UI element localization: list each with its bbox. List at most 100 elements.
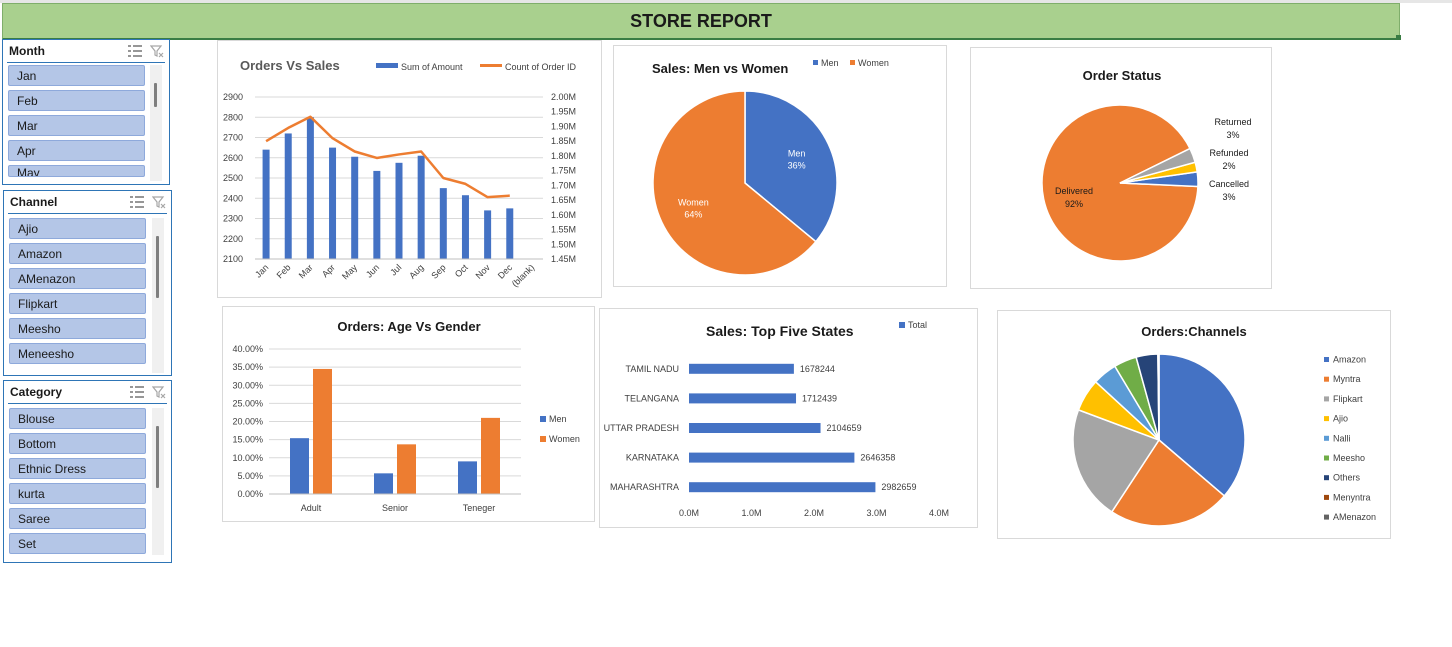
multi-select-icon[interactable] <box>129 194 145 210</box>
legend-label: Women <box>549 434 580 444</box>
y-tick-label: 10.00% <box>232 453 263 463</box>
sales-top-five-states-chart[interactable]: Sales: Top Five States Total 0.0M 1.0M 2.0M 3… <box>599 308 978 528</box>
bar-count-of-order-id <box>373 170 381 259</box>
legend-swatch-men <box>540 416 546 422</box>
slicer-item-blouse[interactable]: Blouse <box>9 408 146 429</box>
bar-men <box>290 438 309 494</box>
bar-tamil-nadu <box>689 363 794 374</box>
clear-filter-icon[interactable] <box>151 194 167 210</box>
orders-channels-chart[interactable]: Orders:Channels Amazon Myntra Flipkart Ajio N… <box>997 310 1391 539</box>
slicer-item-bottom[interactable]: Bottom <box>9 433 146 454</box>
sales-men-vs-women-chart[interactable]: Sales: Men vs Women Men Women Men 36% Women 64… <box>613 45 947 287</box>
bar-count-of-order-id <box>284 133 292 259</box>
multi-select-icon[interactable] <box>129 384 145 400</box>
slicer-item-feb[interactable]: Feb <box>8 90 145 111</box>
legend-swatch-myntra <box>1324 376 1329 382</box>
orders-age-vs-gender-svg: Orders: Age Vs Gender 0.00% 5.00% 10.00% 15.… <box>232 319 580 513</box>
bar-count-of-order-id <box>395 162 403 259</box>
slicer-item-amazon[interactable]: Amazon <box>9 243 146 264</box>
x-tick-label: 1.0M <box>741 508 761 518</box>
x-tick-label: Jan <box>253 262 270 279</box>
bar-count-of-order-id <box>506 208 514 259</box>
clear-filter-icon[interactable] <box>149 43 165 59</box>
slicer-scrollbar[interactable] <box>152 218 164 373</box>
y-right-tick-label: 1.55M <box>551 225 576 235</box>
slicer-item-jan[interactable]: Jan <box>8 65 145 86</box>
clear-filter-icon[interactable] <box>151 384 167 400</box>
y-tick-label: 5.00% <box>237 471 263 481</box>
data-label-value: 92% <box>1065 199 1083 209</box>
x-tick-label: Mar <box>297 262 315 280</box>
legend-label: Flipkart <box>1333 394 1363 404</box>
data-label: 2646358 <box>860 453 895 463</box>
data-label: 2982659 <box>881 482 916 492</box>
orders-vs-sales-chart[interactable]: Orders Vs Sales Sum of Amount Count of Ord… <box>217 40 602 298</box>
slicer-scrollbar[interactable] <box>150 65 162 181</box>
y-left-tick-label: 2100 <box>223 254 243 264</box>
legend-swatch-women <box>540 436 546 442</box>
orders-channels-svg: Orders:Channels Amazon Myntra Flipkart Ajio N… <box>1072 324 1376 527</box>
x-tick-label: 3.0M <box>866 508 886 518</box>
scrollbar-thumb[interactable] <box>156 426 159 488</box>
slicer-item-apr[interactable]: Apr <box>8 140 145 161</box>
y-left-tick-label: 2600 <box>223 153 243 163</box>
legend-label: Menyntra <box>1333 492 1371 502</box>
slicer-item-meneesho[interactable]: Meneesho <box>9 343 146 364</box>
bar-men <box>374 473 393 494</box>
legend-label: Men <box>549 414 567 424</box>
slicer-item-flipkart[interactable]: Flipkart <box>9 293 146 314</box>
legend-label: Amazon <box>1333 355 1366 365</box>
slicer-scrollbar[interactable] <box>152 408 164 555</box>
y-left-tick-label: 2400 <box>223 193 243 203</box>
slicer-item-kurta[interactable]: kurta <box>9 483 146 504</box>
scrollbar-thumb[interactable] <box>154 83 157 107</box>
scrollbar-thumb[interactable] <box>156 236 159 298</box>
multi-select-icon[interactable] <box>127 43 143 59</box>
slicer-item-ethnic-dress[interactable]: Ethnic Dress <box>9 458 146 479</box>
data-label-name: Delivered <box>1055 186 1093 196</box>
chart-title: Sales: Men vs Women <box>652 61 788 76</box>
order-status-chart[interactable]: Order Status Delivered 92% Cancelled 3% Refun… <box>970 47 1272 289</box>
legend-swatch-others <box>1324 475 1329 481</box>
y-right-tick-label: 1.85M <box>551 136 576 146</box>
bar-maharashtra <box>689 482 876 493</box>
slicer-item-set[interactable]: Set <box>9 533 146 554</box>
legend-label: AMenazon <box>1333 512 1376 522</box>
slicer-item-mar[interactable]: Mar <box>8 115 145 136</box>
y-tick-label: TELANGANA <box>624 393 679 403</box>
x-tick-label: 2.0M <box>804 508 824 518</box>
slicer-item-may[interactable]: May <box>8 165 145 177</box>
legend-label: Others <box>1333 473 1361 483</box>
y-right-tick-label: 1.75M <box>551 166 576 176</box>
data-label-value: 64% <box>684 209 702 219</box>
y-tick-label: KARNATAKA <box>626 453 679 463</box>
orders-age-vs-gender-chart[interactable]: Orders: Age Vs Gender 0.00% 5.00% 10.00% 15.… <box>222 306 595 522</box>
data-label-name: Returned <box>1214 117 1251 127</box>
y-right-tick-label: 1.70M <box>551 180 576 190</box>
data-label-value: 2% <box>1222 161 1235 171</box>
slicer-item-amenazon[interactable]: AMenazon <box>9 268 146 289</box>
data-label-value: 36% <box>788 161 806 171</box>
y-tick-label: 15.00% <box>232 435 263 445</box>
slicer-item-saree[interactable]: Saree <box>9 508 146 529</box>
slicer-item-meesho[interactable]: Meesho <box>9 318 146 339</box>
x-tick-label: Feb <box>275 262 293 280</box>
x-tick-label: Adult <box>301 503 322 513</box>
y-tick-label: 20.00% <box>232 417 263 427</box>
x-tick-label: Dec <box>496 262 515 281</box>
chart-title: Order Status <box>1083 68 1162 83</box>
x-tick-label: Nov <box>474 262 493 281</box>
slicer-item-ajio[interactable]: Ajio <box>9 218 146 239</box>
data-label: 1678244 <box>800 364 835 374</box>
report-title: STORE REPORT <box>630 10 772 31</box>
order-status-svg: Order Status Delivered 92% Cancelled 3% Refun… <box>1041 68 1252 262</box>
y-tick-label: 35.00% <box>232 362 263 372</box>
selection-handle[interactable] <box>1396 35 1401 40</box>
legend-label: Count of Order ID <box>505 62 577 72</box>
bar-women <box>397 444 416 494</box>
sales-top-five-states-svg: Sales: Top Five States Total 0.0M 1.0M 2.0M 3… <box>604 320 949 518</box>
legend-swatch-men <box>813 60 818 65</box>
data-label-name: Cancelled <box>1209 179 1249 189</box>
legend-label: Nalli <box>1333 433 1351 443</box>
x-tick-label: Aug <box>407 262 425 280</box>
